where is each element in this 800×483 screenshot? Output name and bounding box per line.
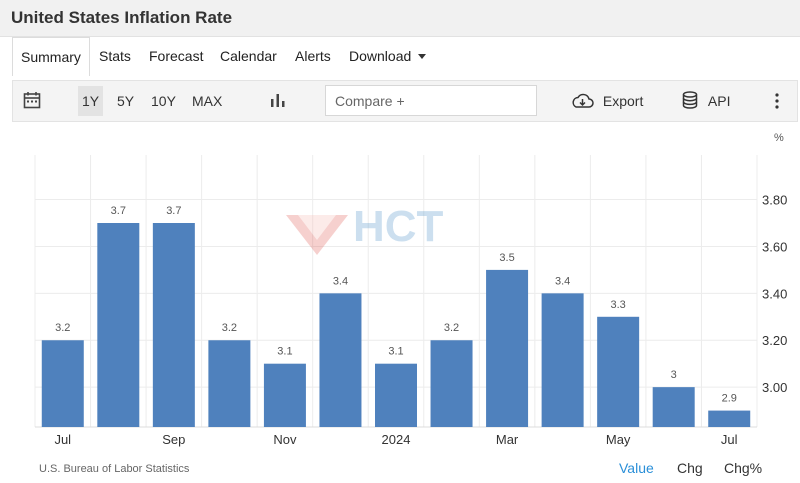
tab-download-label: Download [349,48,412,64]
range-10y-button[interactable]: 10Y [151,81,176,121]
tab-alerts[interactable]: Alerts [295,37,331,75]
bar-data-label: 3 [671,369,677,381]
page-title: United States Inflation Rate [11,8,233,27]
bar[interactable] [97,223,140,427]
range-max-button[interactable]: MAX [192,81,222,121]
page-header: United States Inflation Rate [0,0,800,37]
bar[interactable] [652,387,695,427]
tab-summary[interactable]: Summary [12,37,90,76]
bar-data-label: 3.7 [166,205,181,217]
y-tick-label: 3.40 [762,286,787,301]
y-tick-label: 3.20 [762,333,787,348]
bar-data-label: 3.3 [611,299,626,311]
bar[interactable] [708,410,751,427]
chart-x-axis: Jul Sep Nov 2024 Mar May Jul [54,432,737,447]
bar-data-label: 3.1 [277,346,292,358]
bar[interactable] [208,340,251,427]
view-chg-pct-button[interactable]: Chg% [724,460,762,476]
x-tick-label: Jul [721,432,738,447]
api-label: API [707,93,731,109]
bar[interactable] [41,340,84,427]
tab-bar: Summary Stats Forecast Calendar Alerts D… [12,37,800,76]
bar-data-label: 3.5 [499,252,514,264]
chevron-down-icon [418,54,427,59]
compare-input[interactable] [325,85,537,116]
range-1y-button[interactable]: 1Y [78,86,104,116]
watermark-text: HCT [353,202,444,251]
bar[interactable] [152,223,195,427]
bar-data-label: 3.2 [55,322,70,334]
x-tick-label: Nov [273,432,297,447]
x-tick-label: May [606,432,631,447]
inflation-bar-chart: HCT 3.2 3.7 3.7 3.2 3.1 3.4 3.1 3.2 3.5 3.4 3.3 3 2.… [34,132,787,447]
bar[interactable] [597,316,640,427]
view-value-button[interactable]: Value [619,460,654,476]
bar-data-label: 3.2 [222,322,237,334]
more-options-icon[interactable] [775,93,779,109]
export-button[interactable]: Export [570,81,643,121]
view-chg-button[interactable]: Chg [677,460,703,476]
bar-chart-icon[interactable] [270,92,286,110]
calendar-icon[interactable] [23,91,41,111]
y-tick-label: 3.60 [762,239,787,254]
bar-data-label: 3.1 [388,346,403,358]
database-icon [682,91,698,109]
x-tick-label: Sep [162,432,185,447]
bar[interactable] [541,293,584,427]
api-button[interactable]: API [682,81,730,121]
bar[interactable] [430,340,473,427]
x-tick-label: 2024 [382,432,411,447]
bar-data-label: 3.2 [444,322,459,334]
x-tick-label: Mar [496,432,519,447]
tab-stats[interactable]: Stats [99,37,131,75]
bar[interactable] [263,363,306,427]
data-source: U.S. Bureau of Labor Statistics [39,463,190,475]
tab-calendar[interactable]: Calendar [220,37,277,75]
export-label: Export [602,93,644,109]
bar-data-label: 3.4 [333,275,348,287]
chart-y-axis: % 3.80 3.60 3.40 3.20 3.00 [762,132,787,395]
tab-forecast[interactable]: Forecast [149,37,203,75]
y-tick-label: 3.80 [762,193,787,208]
tab-download[interactable]: Download [349,37,427,75]
bar[interactable] [375,363,417,427]
range-5y-button[interactable]: 5Y [117,81,134,121]
chart-area: HCT 3.2 3.7 3.7 3.2 3.1 3.4 3.1 3.2 3.5 3.4 3.3 3 2.… [0,125,800,483]
chart-toolbar: 1Y 5Y 10Y MAX Export API [12,80,798,122]
bar[interactable] [319,293,362,427]
y-tick-label: 3.00 [762,380,787,395]
x-tick-label: Jul [54,432,71,447]
y-unit-label: % [774,132,784,144]
bar-data-label: 3.7 [111,205,126,217]
cloud-download-icon [572,93,594,108]
bar-data-label: 2.9 [722,393,737,405]
bar-data-label: 3.4 [555,275,570,287]
chart-bars [41,223,751,427]
watermark-logo: HCT [286,202,444,255]
bar[interactable] [486,269,529,427]
